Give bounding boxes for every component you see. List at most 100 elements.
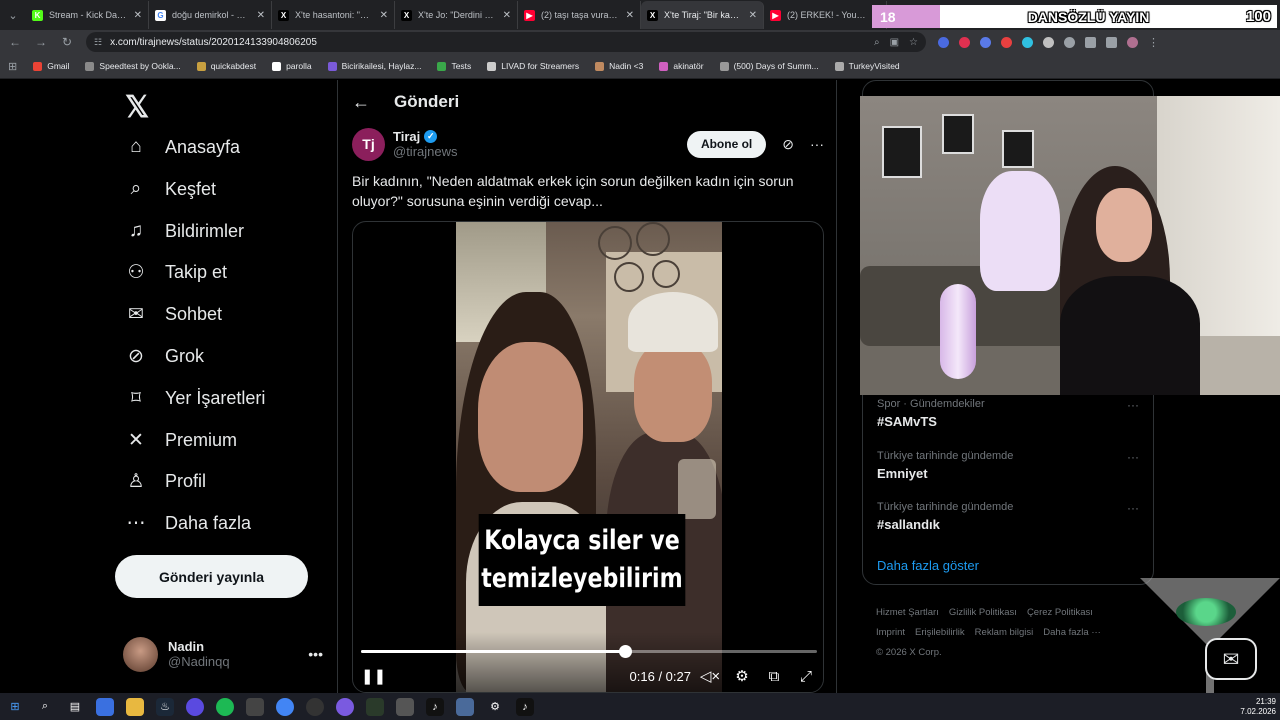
nav-item-x-premium[interactable]: ✕ Premium: [125, 429, 237, 451]
author-avatar[interactable]: Tj: [352, 127, 385, 161]
app-icon[interactable]: [336, 697, 354, 716]
settings-gear-icon[interactable]: ⚙: [486, 698, 504, 716]
tab-close-icon[interactable]: ✕: [257, 10, 265, 21]
copilot-icon[interactable]: [96, 697, 114, 716]
tab-close-icon[interactable]: ✕: [626, 10, 634, 21]
bookmark-item[interactable]: Nadin <3: [595, 61, 643, 71]
bookmark-item[interactable]: quickabdest: [196, 61, 256, 71]
nav-item-bookmark[interactable]: ⌑ Yer İşaretleri: [125, 387, 265, 409]
profile-avatar-icon[interactable]: [1127, 36, 1138, 48]
extension-icon[interactable]: [1043, 36, 1054, 48]
messages-drawer-icon[interactable]: ✉: [1205, 638, 1257, 680]
extension-icon[interactable]: [959, 36, 970, 48]
more-dots-icon[interactable]: ···: [1127, 501, 1139, 515]
back-arrow-icon[interactable]: ←: [352, 92, 370, 113]
reading-list-icon[interactable]: [1106, 36, 1117, 48]
author-handle[interactable]: @tirajnews: [393, 144, 458, 159]
browser-tab[interactable]: X X'te hasantoni: "Yakış ✕: [272, 1, 395, 29]
tab-close-icon[interactable]: ✕: [134, 10, 142, 21]
browser-tab[interactable]: X X'te Tiraj: "Bir kadının ✕: [641, 1, 764, 29]
bookmark-item[interactable]: Bicirikailesi, Haylaz...: [327, 61, 421, 71]
discord-icon[interactable]: [186, 697, 204, 716]
video-player[interactable]: Kolayca siler ve temizleyebilirim ❚❚ 0:1…: [352, 221, 824, 693]
footer-link[interactable]: Hizmet Şartları: [876, 607, 939, 618]
nav-item-bell[interactable]: ♫ Bildirimler: [125, 220, 244, 242]
nav-item-profile[interactable]: ♙ Profil: [125, 470, 206, 492]
windows-start-icon[interactable]: ⊞: [6, 698, 24, 716]
grok-explain-icon[interactable]: ⊘: [782, 136, 794, 153]
extension-icon[interactable]: [938, 36, 949, 48]
footer-link[interactable]: Daha fazla ···: [1043, 627, 1101, 638]
site-info-icon[interactable]: ☷: [94, 37, 102, 48]
extension-icon[interactable]: [1064, 36, 1075, 48]
mute-icon[interactable]: ◁×: [699, 667, 721, 685]
picture-in-picture-icon[interactable]: ⧉: [763, 668, 785, 685]
bookmark-item[interactable]: Speedtest by Ookla...: [85, 61, 181, 71]
spotify-icon[interactable]: [216, 697, 234, 716]
video-scrubber-handle[interactable]: [619, 645, 633, 658]
zoom-icon[interactable]: ⌕: [874, 37, 880, 48]
reload-icon[interactable]: ↻: [60, 35, 74, 49]
tab-close-icon[interactable]: ✕: [380, 10, 388, 21]
file-explorer-icon[interactable]: [126, 697, 144, 716]
back-icon[interactable]: ←: [8, 35, 22, 49]
footer-link[interactable]: Gizlilik Politikası: [949, 607, 1017, 618]
nav-item-grok[interactable]: ⊘ Grok: [125, 345, 204, 367]
extensions-puzzle-icon[interactable]: [1085, 36, 1096, 48]
bookmark-item[interactable]: Gmail: [33, 61, 69, 71]
more-dots-icon[interactable]: •••: [308, 646, 323, 662]
nav-item-follow[interactable]: ⚇ Takip et: [125, 261, 227, 283]
bookmark-item[interactable]: TurkeyVisited: [834, 61, 900, 71]
browser-tab[interactable]: Gdoğu demirkol - Goo ✕: [149, 1, 272, 29]
bookmark-item[interactable]: akinatör: [659, 61, 704, 71]
subscribe-button[interactable]: Abone ol: [686, 130, 767, 158]
extension-icon[interactable]: [1001, 36, 1012, 48]
show-more-link[interactable]: Daha fazla göster: [877, 558, 979, 573]
tab-close-icon[interactable]: ✕: [749, 10, 757, 21]
bookmark-item[interactable]: (500) Days of Summ...: [719, 61, 819, 71]
chrome-icon[interactable]: [276, 697, 294, 716]
x-logo-icon[interactable]: 𝕏: [125, 90, 149, 125]
footer-link[interactable]: Erişilebilirlik: [915, 627, 965, 638]
author-name-row[interactable]: Tiraj ✓: [393, 129, 458, 144]
browser-menu-icon[interactable]: ⋮: [1148, 36, 1159, 49]
app-icon[interactable]: [396, 697, 414, 716]
trend-item[interactable]: Spor · Gündemdekiler #SAMvTS ···: [877, 398, 1147, 429]
nav-item-search[interactable]: ⌕ Keşfet: [125, 178, 216, 200]
trend-item[interactable]: Türkiye tarihinde gündemde Emniyet ···: [877, 450, 1147, 481]
bookmark-item[interactable]: Tests: [437, 61, 471, 71]
footer-link[interactable]: Çerez Politikası: [1027, 607, 1093, 618]
more-dots-icon[interactable]: ···: [1127, 450, 1139, 464]
nav-item-home[interactable]: ⌂ Anasayfa: [125, 136, 240, 158]
app-icon[interactable]: [456, 697, 474, 716]
footer-link[interactable]: Reklam bilgisi: [975, 627, 1034, 638]
system-clock[interactable]: 21:39 7.02.2026: [1240, 697, 1280, 717]
browser-tab[interactable]: X X'te Jo: "Derdini kanı ✕: [395, 1, 518, 29]
task-view-icon[interactable]: ▤: [66, 698, 84, 716]
apps-grid-icon[interactable]: ⊞: [8, 60, 17, 73]
footer-link[interactable]: Imprint: [876, 627, 905, 638]
app-icon[interactable]: [246, 697, 264, 716]
bookmark-item[interactable]: parolla: [272, 61, 312, 71]
browser-tab[interactable]: K Stream - Kick Dashbo ✕: [26, 1, 149, 29]
steam-icon[interactable]: ♨: [156, 697, 174, 716]
obs-icon[interactable]: [306, 697, 324, 716]
post-button[interactable]: Gönderi yayınla: [115, 555, 308, 598]
settings-gear-icon[interactable]: ⚙: [731, 667, 753, 685]
browser-tab[interactable]: ▶(2) ERKEK! - YouTube✕: [764, 1, 887, 29]
nav-item-mail[interactable]: ✉ Sohbet: [125, 303, 222, 325]
tab-search-button[interactable]: ⌄: [0, 4, 26, 26]
trend-item[interactable]: Türkiye tarihinde gündemde #sallandık ···: [877, 501, 1147, 532]
tab-close-icon[interactable]: ✕: [503, 10, 511, 21]
cast-icon[interactable]: ▣: [890, 37, 899, 48]
address-bar[interactable]: ☷ x.com/tirajnews/status/202012413390480…: [86, 32, 926, 52]
minecraft-icon[interactable]: [366, 697, 384, 716]
star-icon[interactable]: ☆: [909, 37, 918, 48]
more-dots-icon[interactable]: ···: [1127, 398, 1139, 412]
browser-tab[interactable]: ▶ (2) taşı taşa vuran m ✕: [518, 1, 641, 29]
tiktok-icon[interactable]: ♪: [426, 697, 444, 716]
nav-item-more-circle[interactable]: ⋯ Daha fazla: [125, 512, 252, 534]
tiktok-icon[interactable]: ♪: [516, 697, 534, 716]
fullscreen-icon[interactable]: ⤢: [795, 668, 817, 685]
extension-icon[interactable]: [1022, 36, 1033, 48]
